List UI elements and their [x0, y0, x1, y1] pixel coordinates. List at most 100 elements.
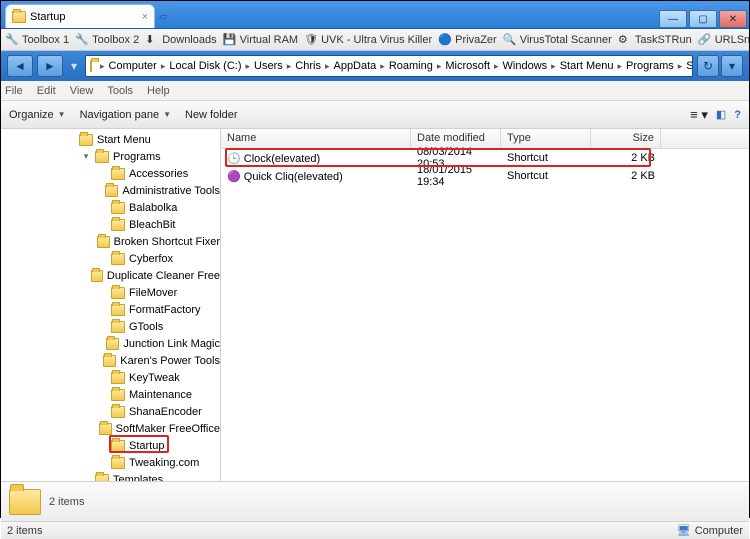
- folder-icon: [9, 489, 41, 515]
- file-date: 18/01/2015 19:34: [411, 164, 501, 188]
- tree-label: Programs: [113, 151, 161, 163]
- help-icon[interactable]: ?: [734, 109, 741, 121]
- folder-icon: [90, 60, 92, 72]
- tree-item[interactable]: Balabolka: [1, 199, 220, 216]
- tree-item[interactable]: Broken Shortcut Fixer: [1, 233, 220, 250]
- folder-icon: [111, 406, 125, 418]
- tree-item[interactable]: SoftMaker FreeOffice: [1, 420, 220, 437]
- bookmark-label: UVK - Ultra Virus Killer: [321, 34, 432, 46]
- tree-item[interactable]: ▾ Programs: [1, 148, 220, 165]
- tree-item[interactable]: Duplicate Cleaner Free: [1, 267, 220, 284]
- browser-tab[interactable]: Startup ×: [5, 4, 155, 28]
- down-icon: ⬇: [145, 33, 159, 47]
- tree-label: Startup: [129, 440, 164, 452]
- bookmark-item[interactable]: 🛡UVK - Ultra Virus Killer: [304, 33, 432, 47]
- crumb[interactable]: Roaming▸: [389, 60, 446, 72]
- crumb[interactable]: AppData▸: [333, 60, 388, 72]
- preview-pane-icon[interactable]: ◧: [716, 108, 726, 121]
- file-name: Clock(elevated): [244, 153, 320, 165]
- tree-label: Junction Link Magic: [123, 338, 220, 350]
- bookmark-label: Downloads: [162, 34, 216, 46]
- tree-item[interactable]: Startup: [1, 437, 220, 454]
- tree-item[interactable]: Tweaking.com: [1, 454, 220, 471]
- tree-item[interactable]: Administrative Tools: [1, 182, 220, 199]
- folder-tree[interactable]: Start Menu ▾ Programs AccessoriesAdministra…: [1, 129, 221, 481]
- folder-icon: [95, 151, 109, 163]
- history-dropdown[interactable]: ▾: [67, 55, 81, 77]
- tree-item[interactable]: Accessories: [1, 165, 220, 182]
- tree-item[interactable]: BleachBit: [1, 216, 220, 233]
- bookmark-item[interactable]: 🔗URLSnooper: [698, 33, 750, 47]
- refresh-button[interactable]: ↻: [697, 55, 719, 77]
- tree-item[interactable]: FormatFactory: [1, 301, 220, 318]
- folder-icon: [111, 372, 125, 384]
- tree-label: Tweaking.com: [129, 457, 199, 469]
- folder-icon: [111, 389, 125, 401]
- folder-icon: [111, 440, 125, 452]
- crumb[interactable]: Chris▸: [295, 60, 333, 72]
- col-type[interactable]: Type: [501, 129, 591, 148]
- close-button[interactable]: ✕: [719, 10, 747, 28]
- breadcrumb[interactable]: ▸Computer▸Local Disk (C:)▸Users▸Chris▸Ap…: [85, 55, 693, 77]
- forward-button[interactable]: ►: [37, 55, 63, 77]
- file-row[interactable]: 🟣 Quick Cliq(elevated)18/01/2015 19:34Sh…: [221, 167, 749, 185]
- col-size[interactable]: Size: [591, 129, 661, 148]
- back-button[interactable]: ◄: [7, 55, 33, 77]
- organize-menu[interactable]: Organize▼: [9, 109, 66, 121]
- tree-item[interactable]: FileMover: [1, 284, 220, 301]
- tree-item[interactable]: Junction Link Magic: [1, 335, 220, 352]
- bookmark-item[interactable]: 🔧Toolbox 2: [75, 33, 139, 47]
- crumb[interactable]: Computer▸: [109, 60, 170, 72]
- crumb[interactable]: Programs▸: [626, 60, 686, 72]
- menu-help[interactable]: Help: [147, 85, 170, 97]
- clock-icon: 🕒: [227, 153, 241, 165]
- expand-icon[interactable]: ▾: [81, 151, 91, 162]
- navigation-pane-menu[interactable]: Navigation pane▼: [80, 109, 171, 121]
- tree-item[interactable]: Karen's Power Tools: [1, 352, 220, 369]
- view-options-icon[interactable]: ≡ ▾: [690, 107, 708, 123]
- q-icon: 🟣: [227, 171, 241, 183]
- menu-file[interactable]: File: [5, 85, 23, 97]
- tree-item[interactable]: GTools: [1, 318, 220, 335]
- folder-icon: [97, 236, 109, 248]
- file-list: Name Date modified Type Size 🕒 Clock(ele…: [221, 129, 749, 481]
- wrench-icon: 🔧: [75, 33, 89, 47]
- bookmark-item[interactable]: ⬇Downloads: [145, 33, 216, 47]
- bookmark-item[interactable]: 🔵PrivaZer: [438, 33, 497, 47]
- menu-edit[interactable]: Edit: [37, 85, 56, 97]
- tree-item[interactable]: Start Menu: [1, 131, 220, 148]
- bookmark-label: Toolbox 1: [22, 34, 69, 46]
- crumb[interactable]: Microsoft▸: [445, 60, 502, 72]
- breadcrumb-dropdown[interactable]: ▾: [721, 55, 743, 77]
- wrench-icon: 🔧: [5, 33, 19, 47]
- new-tab-button[interactable]: ▱: [159, 10, 181, 28]
- crumb[interactable]: Start Menu▸: [560, 60, 626, 72]
- maximize-button[interactable]: ▢: [689, 10, 717, 28]
- crumb[interactable]: Local Disk (C:)▸: [169, 60, 254, 72]
- new-folder-button[interactable]: New folder: [185, 109, 238, 121]
- bookmark-item[interactable]: ⚙TaskSTRun: [618, 33, 692, 47]
- ts-icon: ⚙: [618, 33, 632, 47]
- bookmark-label: Virtual RAM: [240, 34, 298, 46]
- tree-item[interactable]: Cyberfox: [1, 250, 220, 267]
- menubar: File Edit View Tools Help: [1, 81, 749, 101]
- navbar: ◄ ► ▾ ▸Computer▸Local Disk (C:)▸Users▸Ch…: [1, 51, 749, 81]
- minimize-button[interactable]: —: [659, 10, 687, 28]
- crumb[interactable]: Windows▸: [503, 60, 560, 72]
- close-tab-icon[interactable]: ×: [142, 11, 148, 23]
- folder-icon: [105, 185, 118, 197]
- tree-item[interactable]: ShanaEncoder: [1, 403, 220, 420]
- bookmark-item[interactable]: 💾Virtual RAM: [223, 33, 298, 47]
- col-name[interactable]: Name: [221, 129, 411, 148]
- toolbar: Organize▼ Navigation pane▼ New folder ≡ …: [1, 101, 749, 129]
- crumb[interactable]: Users▸: [254, 60, 295, 72]
- menu-view[interactable]: View: [70, 85, 94, 97]
- bookmark-item[interactable]: 🔧Toolbox 1: [5, 33, 69, 47]
- crumb[interactable]: Startup▸: [686, 60, 693, 72]
- bookmark-item[interactable]: 🔍VirusTotal Scanner: [503, 33, 612, 47]
- tree-item[interactable]: Maintenance: [1, 386, 220, 403]
- menu-tools[interactable]: Tools: [107, 85, 133, 97]
- tree-item[interactable]: KeyTweak: [1, 369, 220, 386]
- folder-icon: [95, 474, 109, 482]
- tree-item[interactable]: Templates: [1, 471, 220, 481]
